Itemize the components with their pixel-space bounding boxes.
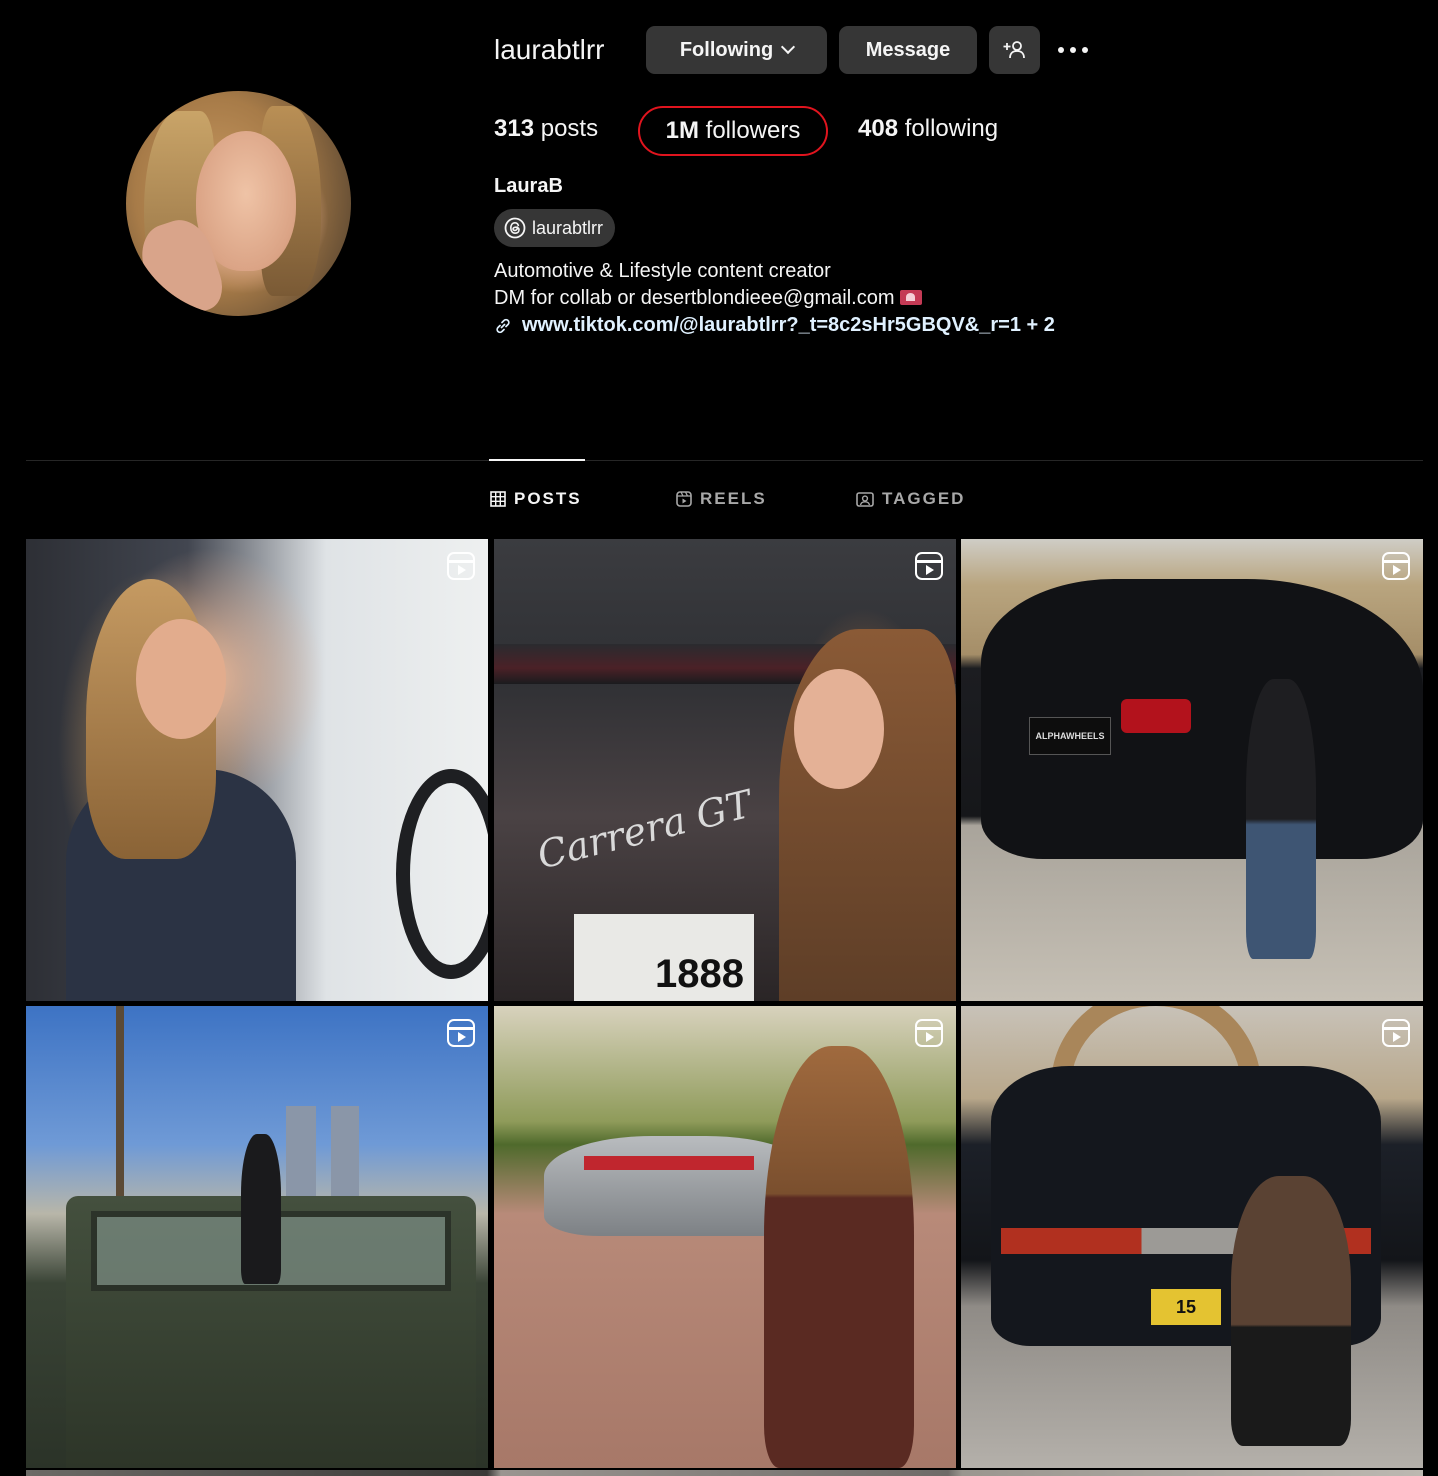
post-thumbnail[interactable] — [26, 539, 488, 1001]
dot-icon — [1058, 47, 1064, 53]
tab-label: POSTS — [514, 489, 582, 508]
post-thumbnail[interactable]: ALPHAWHEELS — [961, 539, 1423, 1001]
dot-icon — [1082, 47, 1088, 53]
active-tab-indicator — [489, 459, 585, 461]
threads-icon — [504, 217, 526, 239]
post-image-face — [794, 669, 884, 789]
posts-count-label: posts — [534, 115, 599, 142]
following-button[interactable]: Following — [646, 26, 827, 74]
post-thumbnail[interactable] — [494, 1006, 956, 1468]
post-image-palm — [116, 1006, 124, 1206]
profile-avatar[interactable] — [126, 91, 351, 316]
bio-link[interactable]: www.tiktok.com/@laurabtlrr?_t=8c2sHr5GBQ… — [494, 312, 1055, 339]
post-image-person — [241, 1134, 281, 1284]
post-image-plate: 15 — [1151, 1289, 1221, 1325]
reels-icon — [676, 491, 692, 507]
followers-count-label: followers — [698, 117, 801, 144]
following-button-label: Following — [679, 38, 774, 61]
following-count-label: following — [898, 115, 999, 142]
more-options-button[interactable] — [1058, 40, 1098, 60]
post-thumbnail[interactable]: 15 — [961, 1006, 1423, 1468]
bio-link-text: www.tiktok.com/@laurabtlrr?_t=8c2sHr5GBQ… — [522, 314, 1055, 336]
reel-icon — [1382, 1019, 1410, 1047]
link-icon — [496, 318, 510, 333]
tab-label: REELS — [700, 489, 767, 508]
reel-icon — [915, 1019, 943, 1047]
threads-handle: laurabtlrr — [532, 217, 604, 238]
tab-label: TAGGED — [882, 489, 966, 508]
reel-icon — [1382, 552, 1410, 580]
tab-posts[interactable]: POSTS — [490, 489, 582, 509]
post-image-person — [1231, 1176, 1351, 1446]
posts-count: 313 posts — [494, 114, 598, 144]
post-image-person — [1246, 679, 1316, 959]
following-link[interactable]: 408 following — [858, 114, 998, 144]
following-count-value: 408 — [858, 115, 899, 142]
chevron-down-icon — [781, 39, 796, 55]
post-image-stripe — [584, 1156, 754, 1170]
posts-count-value: 313 — [494, 115, 535, 142]
post-thumbnail[interactable]: Carrera GT 1888 — [494, 539, 956, 1001]
message-button-label: Message — [865, 38, 951, 61]
post-image-taillight — [1121, 699, 1191, 733]
reel-icon — [915, 552, 943, 580]
next-row-preview — [26, 1470, 1423, 1476]
post-image-person — [764, 1046, 914, 1468]
bio-line: DM for collab or desertblondieee@gmail.c… — [494, 285, 923, 312]
followers-link[interactable]: 1M followers — [638, 106, 828, 156]
bio-line: Automotive & Lifestyle content creator — [494, 260, 831, 282]
tabs-divider — [26, 460, 1423, 461]
add-user-icon — [1003, 41, 1025, 59]
post-image-badge-text: Carrera GT — [532, 781, 757, 878]
reel-icon — [447, 1019, 475, 1047]
dot-icon — [1070, 47, 1076, 53]
post-thumbnail[interactable] — [26, 1006, 488, 1468]
post-image-tower — [286, 1106, 316, 1206]
profile-username: laurabtlrr — [494, 34, 605, 65]
message-button[interactable]: Message — [839, 26, 977, 74]
tab-tagged[interactable]: TAGGED — [856, 489, 965, 509]
threads-badge[interactable]: laurabtlrr — [494, 209, 616, 247]
post-image-plate: 1888 — [574, 914, 754, 1001]
profile-full-name: LauraB — [494, 175, 563, 197]
tagged-icon — [856, 492, 874, 507]
tab-reels[interactable]: REELS — [676, 489, 767, 509]
love-letter-icon — [900, 290, 923, 305]
bio-contact-text: DM for collab or desertblondieee@gmail.c… — [494, 287, 895, 309]
reel-icon — [447, 552, 475, 580]
grid-icon — [490, 491, 506, 507]
followers-count-value: 1M — [665, 117, 699, 144]
post-image-wheel — [396, 769, 488, 979]
post-image-plate: ALPHAWHEELS — [1029, 717, 1111, 755]
suggested-users-button[interactable] — [989, 26, 1040, 74]
post-image-face — [136, 619, 226, 739]
post-image-tower — [331, 1106, 359, 1201]
